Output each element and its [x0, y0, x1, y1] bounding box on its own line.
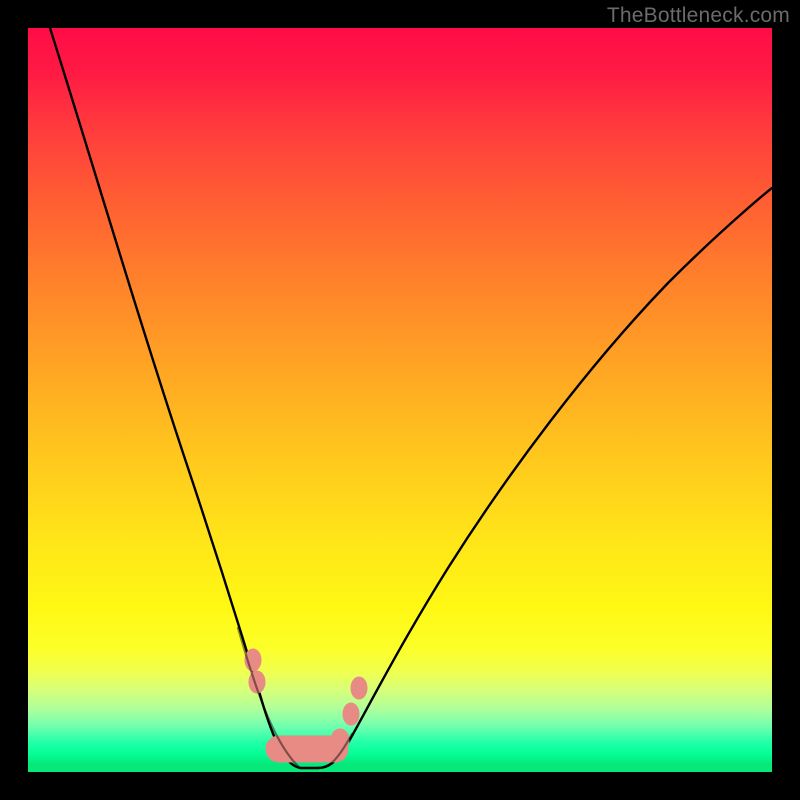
chart-frame: TheBottleneck.com [0, 0, 800, 800]
curve-left-branch [50, 28, 318, 768]
watermark-text: TheBottleneck.com [607, 4, 790, 28]
plot-area [28, 28, 772, 772]
curve-right-branch [318, 188, 772, 768]
curves-layer [28, 28, 772, 772]
